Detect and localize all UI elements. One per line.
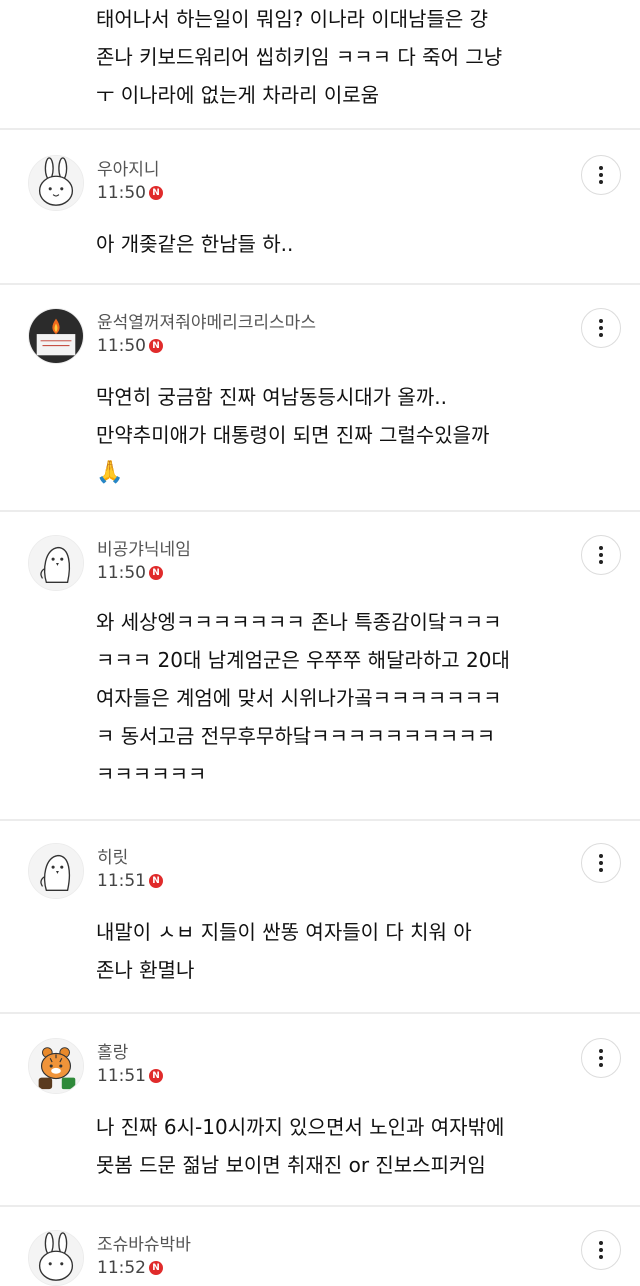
new-badge: N xyxy=(149,339,163,353)
comment-line: 존나 키보드워리어 씹히키임 ㅋㅋㅋ 다 죽어 그냥 xyxy=(96,45,503,69)
timestamp-row: 11:50 N xyxy=(97,336,163,356)
more-options-button[interactable] xyxy=(581,308,621,348)
comment-line: 여자들은 계엄에 맞서 시위나가곸ㅋㅋㅋㅋㅋㅋㅋ xyxy=(96,686,502,710)
new-badge: N xyxy=(149,566,163,580)
new-badge: N xyxy=(149,1069,163,1083)
comment-line: 나 진짜 6시-10시까지 있으면서 노인과 여자밖에 xyxy=(96,1115,505,1139)
more-vertical-icon xyxy=(599,1049,603,1067)
new-badge: N xyxy=(149,1261,163,1275)
comment-separator xyxy=(0,128,640,130)
more-options-button[interactable] xyxy=(581,535,621,575)
more-vertical-icon xyxy=(599,854,603,872)
comment-body: 내말이 ㅅㅂ 지들이 싼똥 여자들이 다 치워 아 존나 환멸나 xyxy=(96,913,472,989)
comment-line: 와 세상엥ㅋㅋㅋㅋㅋㅋㅋ 존나 특종감이닼ㅋㅋㅋ xyxy=(96,610,502,634)
praying-hands-emoji: 🙏 xyxy=(96,460,124,485)
avatar[interactable] xyxy=(28,843,84,899)
comment-body: 와 세상엥ㅋㅋㅋㅋㅋㅋㅋ 존나 특종감이닼ㅋㅋㅋ ㅋㅋㅋ 20대 남계엄군은 우… xyxy=(96,603,510,793)
timestamp: 11:52 xyxy=(97,1258,146,1278)
penguin-icon xyxy=(29,536,83,590)
timestamp: 11:51 xyxy=(97,1066,146,1086)
timestamp: 11:51 xyxy=(97,871,146,891)
comment-separator xyxy=(0,819,640,821)
more-options-button[interactable] xyxy=(581,155,621,195)
new-badge: N xyxy=(149,186,163,200)
comment-body: 아 개좆같은 한남들 하.. xyxy=(96,225,293,263)
avatar[interactable] xyxy=(28,1038,84,1094)
username[interactable]: 홀랑 xyxy=(97,1038,128,1063)
username[interactable]: 히릿 xyxy=(97,843,128,868)
username[interactable]: 비공갸닉네임 xyxy=(97,535,191,560)
comment-line: 존나 환멸나 xyxy=(96,958,195,982)
comment-line: ㅜ 이나라에 없는게 차라리 이로움 xyxy=(96,83,380,107)
more-options-button[interactable] xyxy=(581,1038,621,1078)
penguin-icon xyxy=(29,844,83,898)
comment-line: 내말이 ㅅㅂ 지들이 싼똥 여자들이 다 치워 아 xyxy=(96,920,472,944)
timestamp: 11:50 xyxy=(97,183,146,203)
comment-line: ㅋㅋㅋ 20대 남계엄군은 우쭈쭈 해달라하고 20대 xyxy=(96,648,510,672)
comment-separator xyxy=(0,283,640,285)
timestamp-row: 11:51 N xyxy=(97,871,163,891)
new-badge: N xyxy=(149,874,163,888)
comment-body: 막연히 궁금함 진짜 여남동등시대가 올까.. 만약추미애가 대통령이 되면 진… xyxy=(96,378,489,492)
timestamp-row: 11:52 N xyxy=(97,1258,163,1278)
more-options-button[interactable] xyxy=(581,843,621,883)
rabbit-icon xyxy=(29,156,83,210)
timestamp-row: 11:50 N xyxy=(97,563,163,583)
more-vertical-icon xyxy=(599,546,603,564)
avatar[interactable] xyxy=(28,1230,84,1286)
comment-line: ㅋㅋㅋㅋㅋㅋ xyxy=(96,762,207,786)
comment-separator xyxy=(0,1205,640,1207)
candle-icon xyxy=(29,309,83,363)
tiger-icon xyxy=(29,1039,83,1093)
comment-line: 태어나서 하는일이 뭐임? 이나라 이대남들은 걍 xyxy=(96,7,489,31)
avatar[interactable] xyxy=(28,308,84,364)
comment-line: 막연히 궁금함 진짜 여남동등시대가 올까.. xyxy=(96,385,447,409)
more-options-button[interactable] xyxy=(581,1230,621,1270)
avatar[interactable] xyxy=(28,535,84,591)
comment-line: ㅋ 동서고금 전무후무하닼ㅋㅋㅋㅋㅋㅋㅋㅋㅋㅋ xyxy=(96,724,496,748)
more-vertical-icon xyxy=(599,319,603,337)
comment-line: 아 개좆같은 한남들 하.. xyxy=(96,232,294,256)
comment-line: 못봄 드문 젊남 보이면 취재진 or 진보스피커임 xyxy=(96,1153,486,1177)
username[interactable]: 조슈바슈박바 xyxy=(97,1230,191,1255)
rabbit-icon xyxy=(29,1231,83,1285)
comment-separator xyxy=(0,1012,640,1014)
more-vertical-icon xyxy=(599,1241,603,1259)
top-comment-text: 태어나서 하는일이 뭐임? 이나라 이대남들은 걍 존나 키보드워리어 씹히키임… xyxy=(96,0,616,114)
timestamp: 11:50 xyxy=(97,336,146,356)
comment-line: 만약추미애가 대통령이 되면 진짜 그럴수있을까 xyxy=(96,423,490,447)
timestamp: 11:50 xyxy=(97,563,146,583)
username[interactable]: 윤석열꺼져줘야메리크리스마스 xyxy=(97,308,316,333)
comment-separator xyxy=(0,510,640,512)
more-vertical-icon xyxy=(599,166,603,184)
timestamp-row: 11:50 N xyxy=(97,183,163,203)
comment-body: 나 진짜 6시-10시까지 있으면서 노인과 여자밖에 못봄 드문 젊남 보이면… xyxy=(96,1108,504,1184)
comment-feed: 태어나서 하는일이 뭐임? 이나라 이대남들은 걍 존나 키보드워리어 씹히키임… xyxy=(0,0,640,1286)
timestamp-row: 11:51 N xyxy=(97,1066,163,1086)
username[interactable]: 우아지니 xyxy=(97,155,160,180)
avatar[interactable] xyxy=(28,155,84,211)
